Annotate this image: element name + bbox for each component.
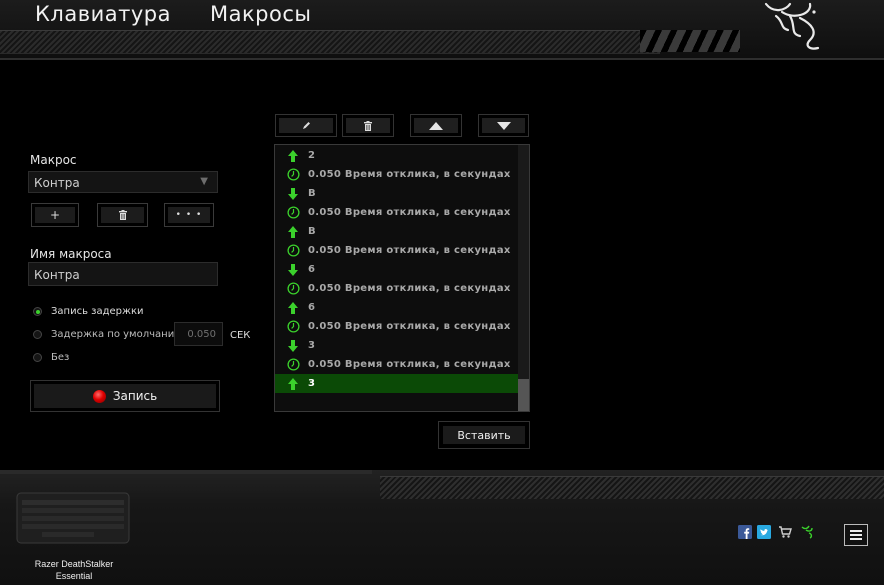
- radio-indicator: [33, 330, 42, 339]
- step-text: В: [308, 188, 316, 199]
- delay-step-row[interactable]: 0.050 Время отклика, в секундах: [275, 203, 518, 222]
- twitter-icon[interactable]: [757, 525, 771, 539]
- record-button[interactable]: Запись: [30, 380, 220, 412]
- header-slash-decoration: [640, 30, 740, 52]
- record-dot-icon: [92, 389, 106, 403]
- step-text: 0.050 Время отклика, в секундах: [308, 359, 511, 370]
- clock-icon: [286, 206, 300, 220]
- radio-label: Задержка по умолчанию: [51, 329, 183, 340]
- arrow-down-icon: [286, 263, 300, 277]
- key-step-row[interactable]: В: [275, 184, 518, 203]
- radio-default-delay[interactable]: Задержка по умолчанию: [33, 329, 183, 340]
- arrow-up-icon: [286, 377, 300, 391]
- list-scrollbar[interactable]: [518, 145, 529, 411]
- top-header: Клавиатура Макросы: [0, 0, 884, 60]
- radio-indicator: [33, 353, 42, 362]
- default-delay-value: 0.050: [187, 329, 216, 340]
- header-divider: [0, 58, 884, 60]
- razer-snake-logo-icon: [764, 2, 820, 50]
- delete-step-button[interactable]: [342, 114, 394, 137]
- facebook-icon[interactable]: [738, 525, 752, 539]
- clock-icon: [286, 168, 300, 182]
- step-text: 0.050 Время отклика, в секундах: [308, 245, 511, 256]
- insert-button-label: Вставить: [443, 426, 525, 444]
- key-step-row[interactable]: В: [275, 222, 518, 241]
- trash-icon: [364, 120, 372, 131]
- record-button-label: Запись: [112, 389, 158, 403]
- header-stripe: [0, 30, 660, 54]
- edit-step-button[interactable]: [275, 114, 337, 137]
- key-step-row[interactable]: 3: [275, 336, 518, 355]
- more-options-button[interactable]: • • •: [164, 203, 214, 227]
- add-macro-button[interactable]: +: [31, 203, 79, 227]
- clock-icon: [286, 282, 300, 296]
- move-down-button[interactable]: [478, 114, 529, 137]
- radio-no-delay[interactable]: Без: [33, 352, 69, 363]
- arrow-down-icon: [286, 339, 300, 353]
- key-step-row[interactable]: 3: [275, 374, 518, 393]
- macro-name-value: Контра: [34, 268, 80, 282]
- macro-step-list[interactable]: 2 0.050 Время отклика, в секундах В 0.050 В…: [274, 144, 530, 412]
- delay-step-row[interactable]: 0.050 Время отклика, в секундах: [275, 279, 518, 298]
- insert-button[interactable]: Вставить: [438, 421, 530, 449]
- delay-step-row[interactable]: 0.050 Время отклика, в секундах: [275, 241, 518, 260]
- default-delay-input[interactable]: 0.050: [174, 322, 223, 346]
- macro-select[interactable]: Контра ▼: [28, 171, 218, 193]
- macro-label: Макрос: [30, 153, 77, 167]
- step-text: 3: [308, 378, 316, 389]
- macro-name-input[interactable]: Контра: [28, 262, 218, 286]
- tab-keyboard[interactable]: Клавиатура: [35, 2, 171, 26]
- footer-edge: [0, 470, 372, 474]
- arrow-up-icon: [286, 225, 300, 239]
- razer-icon[interactable]: [800, 525, 814, 539]
- device-name: Razer DeathStalker Essential: [34, 559, 114, 581]
- arrow-up-icon: [286, 149, 300, 163]
- trash-icon: [118, 210, 127, 220]
- delay-step-row[interactable]: 0.050 Время отклика, в секундах: [275, 355, 518, 374]
- step-text: 3: [308, 340, 316, 351]
- step-text: 6: [308, 302, 316, 313]
- step-text: 2: [308, 150, 316, 161]
- macro-select-value: Контра: [34, 176, 80, 190]
- clock-icon: [286, 358, 300, 372]
- macro-name-label: Имя макроса: [30, 247, 112, 261]
- hamburger-menu-icon[interactable]: [844, 524, 868, 546]
- delete-macro-button[interactable]: [97, 203, 148, 227]
- delay-unit-label: СЕК: [230, 330, 251, 341]
- keyboard-device-icon[interactable]: [16, 492, 130, 544]
- radio-label: Без: [51, 352, 70, 363]
- radio-record-delay[interactable]: Запись задержки: [33, 306, 144, 317]
- key-step-row[interactable]: 2: [275, 146, 518, 165]
- triangle-down-icon: [496, 121, 511, 130]
- step-text: В: [308, 226, 316, 237]
- arrow-up-icon: [286, 301, 300, 315]
- arrow-down-icon: [286, 187, 300, 201]
- delay-step-row[interactable]: 0.050 Время отклика, в секундах: [275, 317, 518, 336]
- tab-macros[interactable]: Макросы: [210, 2, 311, 26]
- step-text: 0.050 Время отклика, в секундах: [308, 283, 511, 294]
- list-scrollbar-thumb[interactable]: [518, 379, 529, 411]
- key-step-row[interactable]: 6: [275, 298, 518, 317]
- step-text: 0.050 Время отклика, в секундах: [308, 321, 511, 332]
- cart-icon[interactable]: [778, 525, 792, 539]
- key-step-row[interactable]: 6: [275, 260, 518, 279]
- pencil-icon: [302, 122, 310, 129]
- step-text: 6: [308, 264, 316, 275]
- triangle-up-icon: [429, 121, 443, 130]
- step-text: 0.050 Время отклика, в секундах: [308, 169, 511, 180]
- footer-stripe: [380, 476, 884, 499]
- step-text: 0.050 Время отклика, в секундах: [308, 207, 511, 218]
- clock-icon: [286, 244, 300, 258]
- delay-step-row[interactable]: 0.050 Время отклика, в секундах: [275, 165, 518, 184]
- chevron-down-icon: ▼: [200, 176, 208, 187]
- clock-icon: [286, 320, 300, 334]
- move-up-button[interactable]: [410, 114, 462, 137]
- radio-indicator: [33, 307, 42, 316]
- footer-bar: Razer DeathStalker Essential: [0, 470, 884, 585]
- radio-label: Запись задержки: [51, 306, 144, 317]
